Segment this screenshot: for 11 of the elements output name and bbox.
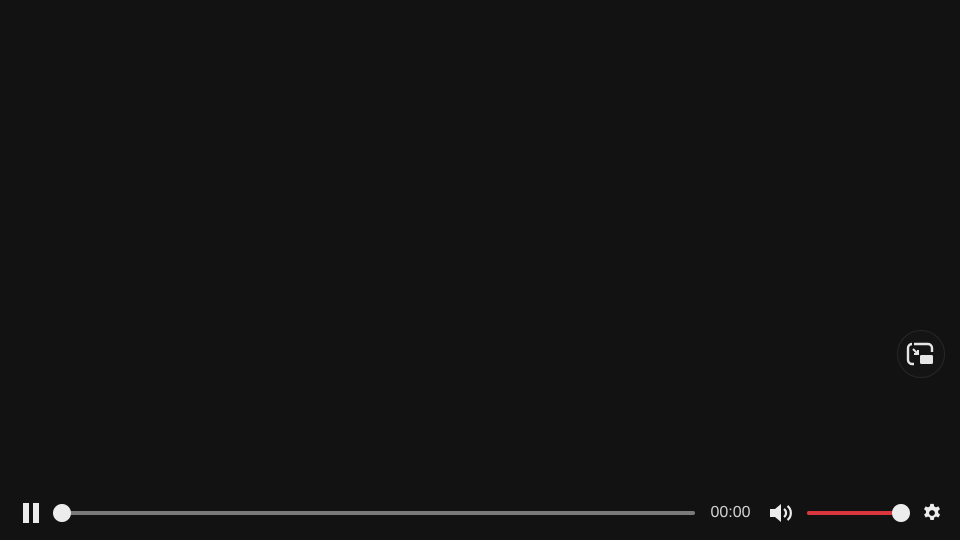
settings-icon <box>922 502 942 522</box>
pause-button[interactable] <box>20 502 42 524</box>
time-display: 00:00 <box>710 504 751 522</box>
picture-in-picture-icon <box>906 342 936 366</box>
volume-icon <box>768 502 794 522</box>
volume-thumb[interactable] <box>892 504 910 522</box>
pause-icon <box>22 502 40 522</box>
progress-thumb[interactable] <box>53 504 72 522</box>
settings-button[interactable] <box>922 502 942 522</box>
picture-in-picture-button[interactable] <box>897 330 945 378</box>
volume-button[interactable] <box>768 502 794 522</box>
